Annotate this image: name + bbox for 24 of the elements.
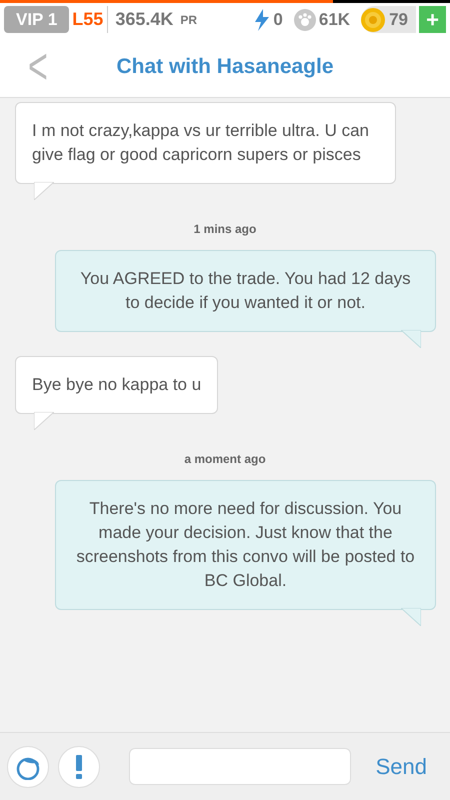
exclamation-icon [75,754,83,778]
coin-icon [361,8,386,32]
lightning-icon [254,8,270,30]
bubble-tail-icon [401,330,421,348]
paw-count: 61K [318,8,350,31]
level-label: L55 [72,6,108,33]
vip-badge: VIP 1 [4,6,70,33]
timestamp: a moment ago [184,451,266,468]
bubble-tail-icon [401,608,421,626]
paw-icon [294,8,316,30]
energy-count: 0 [273,8,283,31]
coin-count: 79 [389,8,408,31]
back-button[interactable]: < [28,41,48,92]
timestamp: 1 mins ago [194,221,256,238]
bubble-tail-icon [34,412,54,430]
avatar-button[interactable] [7,746,49,788]
pr-value: 365.4K [115,8,174,31]
add-coins-button[interactable]: + [419,6,446,33]
report-button[interactable] [58,746,100,788]
message-input[interactable] [129,748,351,785]
bubble-tail-icon [34,182,54,200]
send-button[interactable]: Send [376,750,427,783]
chat-title: Chat with Hasaneagle [116,54,334,80]
pr-label: PR [180,12,198,28]
